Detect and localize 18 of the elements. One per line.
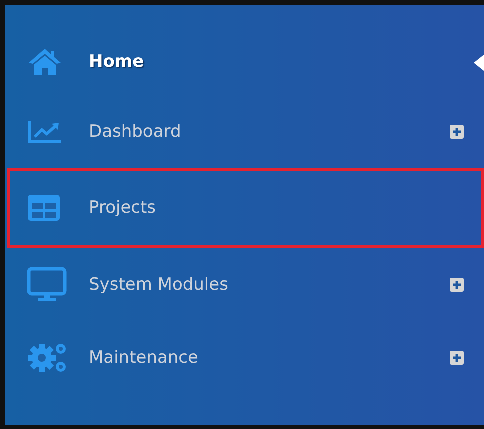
menu-item[interactable]: Maintenance (5, 321, 484, 394)
menu-label: Maintenance (89, 348, 198, 368)
menu-item[interactable]: System Modules (5, 248, 484, 321)
menu-item[interactable]: Home (5, 29, 484, 95)
active-caret-icon (474, 55, 484, 71)
home-icon (27, 47, 63, 77)
menu-item[interactable]: Projects (7, 168, 484, 248)
menu-label: Home (89, 52, 144, 72)
line-chart-icon (27, 118, 63, 144)
expand-icon[interactable] (450, 124, 464, 138)
menu-label: System Modules (89, 274, 228, 294)
menu-item[interactable]: Dashboard (5, 95, 484, 168)
expand-icon[interactable] (450, 350, 464, 364)
table-icon (27, 194, 61, 222)
menu-label: Projects (89, 198, 156, 218)
expand-icon[interactable] (450, 278, 464, 292)
monitor-icon (27, 266, 67, 302)
menu-label: Dashboard (89, 122, 182, 142)
